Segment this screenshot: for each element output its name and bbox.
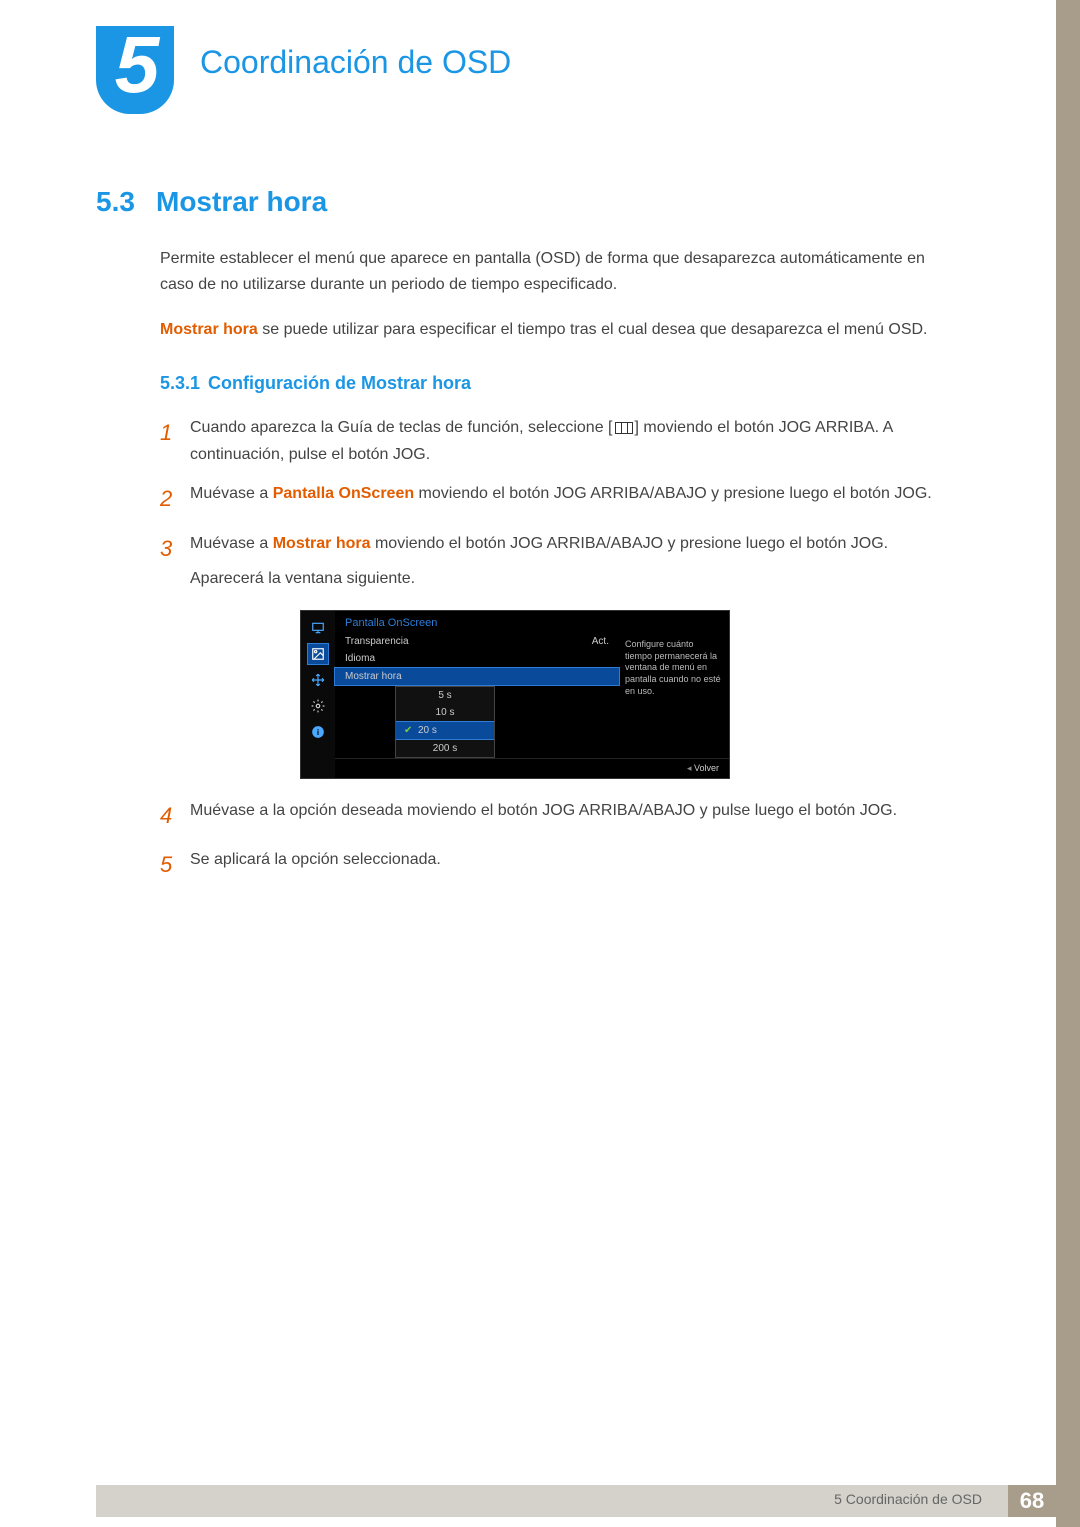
step-4: 4 Muévase a la opción deseada moviendo e… [160,797,960,834]
footer-bar: 5 Coordinación de OSD [96,1485,1056,1517]
step-1: 1 Cuando aparezca la Guía de teclas de f… [160,414,960,468]
section-body: 5.3Mostrar hora Permite establecer el me… [96,186,960,896]
intro-highlight: Mostrar hora [160,321,258,338]
step-text: Cuando aparezca la Guía de teclas de fun… [190,414,960,468]
step-number: 5 [160,846,190,883]
osd-row-idioma: Idioma [335,650,619,667]
step-text: Muévase a Pantalla OnScreen moviendo el … [190,480,960,517]
menu-icon [615,422,633,434]
step-list: 1 Cuando aparezca la Guía de teclas de f… [160,414,960,884]
osd-option: 5 s [396,687,494,704]
osd-sidebar: i [301,611,335,778]
osd-main: Pantalla OnScreen Transparencia Act. Idi… [335,611,729,778]
step-number: 4 [160,797,190,834]
step-text: Muévase a la opción deseada moviendo el … [190,797,960,834]
intro-paragraph-1: Permite establecer el menú que aparece e… [160,246,960,297]
subsection-number: 5.3.1 [160,373,200,393]
osd-screenshot: i Pantalla OnScreen Transparencia Act. I… [300,610,730,779]
monitor-icon [307,617,329,639]
step-3: 3 Muévase a Mostrar hora moviendo el bot… [160,530,960,592]
side-margin-strip [1056,0,1080,1527]
step-number: 2 [160,480,190,517]
chapter-title: Coordinación de OSD [200,44,511,81]
intro-rest: se puede utilizar para especificar el ti… [258,321,928,338]
svg-text:i: i [317,728,319,737]
osd-back-label: Volver [335,758,729,778]
osd-option: 10 s [396,704,494,721]
osd-row-transparencia: Transparencia Act. [335,633,619,650]
step-5: 5 Se aplicará la opción seleccionada. [160,846,960,883]
section-title: Mostrar hora [156,186,327,217]
osd-option-selected: 20 s [396,721,494,740]
osd-row-mostrar-hora: Mostrar hora [334,667,620,686]
step-number: 1 [160,414,190,468]
page-number: 68 [1008,1485,1056,1517]
subsection-heading: 5.3.1 Configuración de Mostrar hora [160,373,960,394]
gear-icon [307,695,329,717]
step-number: 3 [160,530,190,592]
section-heading: 5.3Mostrar hora [96,186,960,218]
footer-chapter-label: 5 Coordinación de OSD [834,1491,982,1507]
section-number: 5.3 [96,186,156,218]
osd-option: 200 s [396,740,494,757]
osd-options-popup: 5 s 10 s 20 s 200 s [395,686,495,758]
osd-hint-text: Configure cuánto tiempo permanecerá la v… [619,633,729,758]
osd-header: Pantalla OnScreen [335,611,729,633]
step-2: 2 Muévase a Pantalla OnScreen moviendo e… [160,480,960,517]
subsection-title: Configuración de Mostrar hora [208,373,471,393]
intro-paragraph-2: Mostrar hora se puede utilizar para espe… [160,317,960,343]
info-icon: i [307,721,329,743]
chapter-number-badge: 5 [96,26,174,114]
picture-icon [307,643,329,665]
page-footer: 5 Coordinación de OSD 68 [0,1485,1080,1527]
step-text: Muévase a Mostrar hora moviendo el botón… [190,530,960,592]
arrows-icon [307,669,329,691]
step-text: Se aplicará la opción seleccionada. [190,846,960,883]
